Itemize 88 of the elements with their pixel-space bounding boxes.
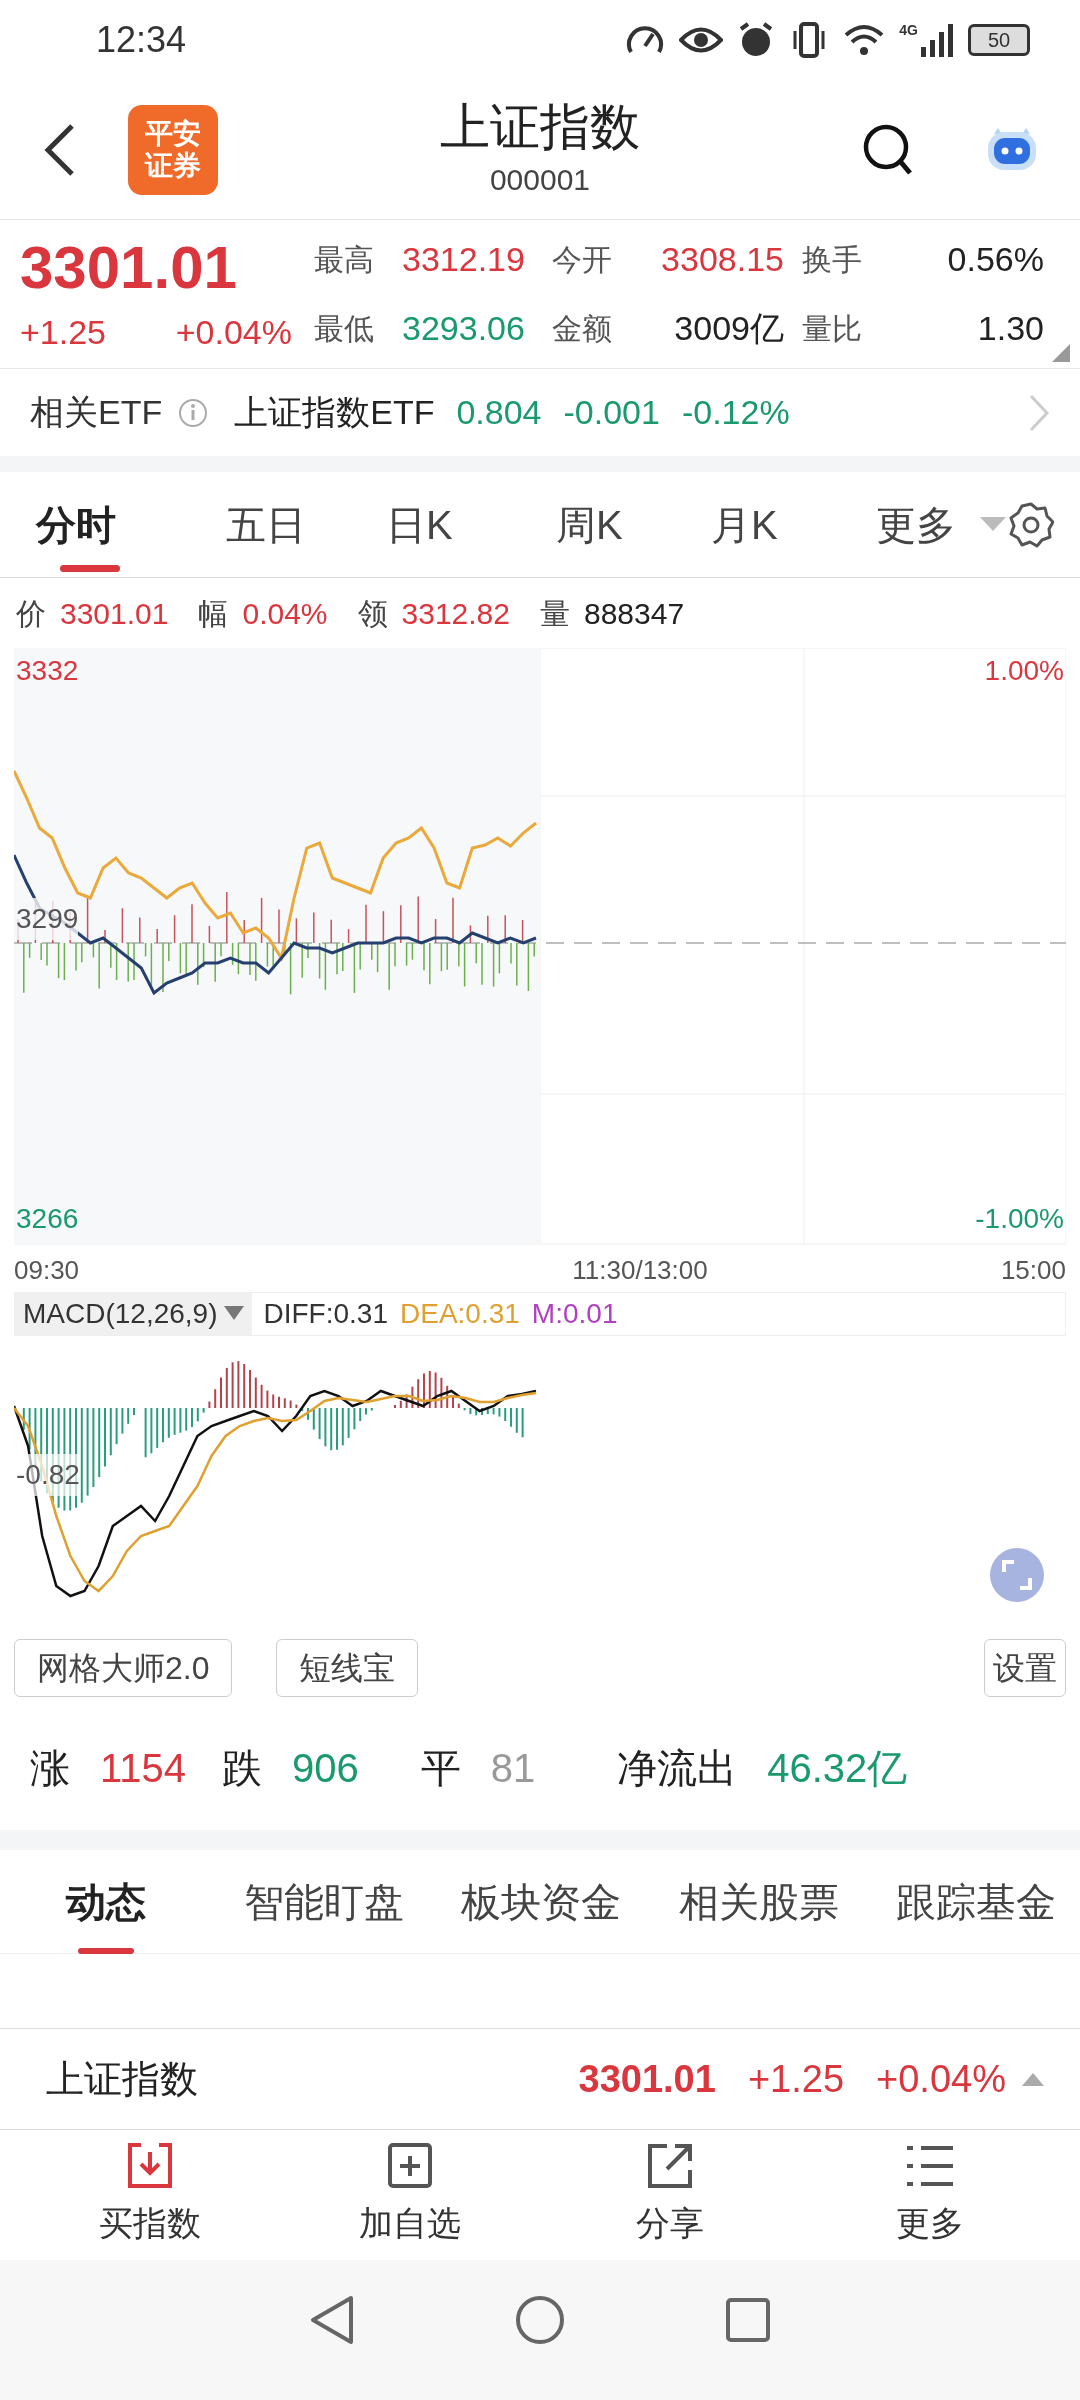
etf-percent: -0.12% (681, 392, 790, 433)
breadth-value: 81 (490, 1745, 536, 1792)
bar-change: +1.25 (747, 2056, 845, 2102)
tool-button[interactable]: 短线宝 (276, 1639, 419, 1697)
etf-name: 上证指数ETF (234, 392, 435, 433)
stat-label: 今开 (552, 242, 613, 278)
bar-price: 3301.01 (578, 2056, 716, 2102)
stat-value: 3009亿 (673, 308, 785, 349)
stat-label: 最高 (314, 242, 375, 278)
axis-label: -1.00% (975, 1202, 1064, 1236)
current-price: 3301.01 (20, 233, 238, 303)
stat-value: 0.56% (946, 239, 1045, 280)
info-label: 领 (357, 595, 388, 632)
stat-value: 3293.06 (402, 308, 526, 349)
eye-icon (679, 25, 724, 55)
stat-value: 3308.15 (660, 239, 785, 280)
time-label: 15:00 (1000, 1253, 1066, 1287)
info-value: 3301.01 (60, 595, 169, 632)
axis-label: 3266 (16, 1202, 79, 1236)
etf-price: 0.804 (456, 392, 542, 433)
network-type: 4G (899, 23, 918, 37)
time-label: 09:30 (14, 1253, 80, 1287)
action-button[interactable]: 加自选 (310, 2135, 510, 2255)
chart-tab[interactable]: 日K (386, 471, 556, 578)
axis-label: 3299 (16, 898, 79, 940)
more-tab[interactable]: 更多 (876, 494, 956, 555)
time-label: 11:30/13:00 (572, 1253, 708, 1287)
chart-tab[interactable]: 周K (556, 471, 711, 578)
info-label: 量 (540, 595, 570, 632)
search-icon[interactable] (862, 122, 914, 177)
content-tab[interactable]: 动态 (66, 1849, 146, 1954)
stat-label: 换手 (802, 242, 863, 278)
selected-indicator (78, 1947, 134, 1954)
percent-change: +0.04% (175, 312, 292, 353)
chart-tab[interactable]: 五日 (226, 471, 386, 578)
breadth-label: 跌 (222, 1745, 262, 1792)
status-time: 12:34 (96, 18, 187, 62)
breadth-value: 906 (292, 1745, 359, 1792)
info-value: 0.04% (242, 595, 328, 632)
etf-label: 相关ETF (30, 392, 163, 433)
page-title: 上证指数 (440, 98, 640, 157)
info-value: 3312.82 (401, 595, 510, 632)
settings-icon[interactable] (1008, 501, 1054, 548)
action-button[interactable]: 买指数 (50, 2135, 250, 2255)
axis-label: 3332 (16, 654, 79, 688)
wifi-icon (843, 23, 886, 57)
bar-percent: +0.04% (876, 2056, 1006, 2102)
info-label: 价 (16, 595, 46, 632)
back-nav-icon[interactable] (309, 2295, 355, 2345)
stock-name: 上证指数 (46, 2056, 198, 2102)
stat-label: 最低 (314, 311, 375, 347)
action-button[interactable]: 更多 (830, 2135, 1030, 2255)
settings-button[interactable]: 设置 (984, 1639, 1066, 1697)
etf-change: -0.001 (563, 392, 660, 433)
content-tab[interactable]: 智能盯盘 (243, 1849, 404, 1954)
axis-label: 1.00% (984, 654, 1064, 688)
breadth-label: 涨 (30, 1745, 70, 1792)
download-icon (125, 2141, 175, 2190)
signal-icon (920, 23, 954, 57)
stat-label: 量比 (802, 311, 863, 347)
expand-icon (1002, 1560, 1032, 1590)
breadth-label: 平 (420, 1745, 461, 1792)
chart-tab[interactable]: 月K (711, 471, 876, 578)
price-change: +1.25 (20, 312, 107, 353)
net-flow-label: 净流出 (617, 1745, 738, 1792)
stock-code: 000001 (489, 162, 591, 198)
plus-box-icon (385, 2141, 435, 2190)
battery-icon: 50 (968, 24, 1030, 56)
content-tab[interactable]: 板块资金 (461, 1849, 621, 1954)
stat-label: 金额 (552, 311, 613, 347)
app-logo: 平安 证券 (128, 104, 218, 195)
content-tab[interactable]: 相关股票 (678, 1849, 839, 1954)
action-button[interactable]: 分享 (570, 2135, 770, 2255)
corner-expand-icon[interactable] (1052, 344, 1070, 362)
info-label: 幅 (198, 595, 229, 632)
home-nav-icon[interactable] (515, 2295, 565, 2345)
axis-label: -0.82 (16, 1454, 80, 1496)
recents-nav-icon[interactable] (725, 2297, 771, 2343)
share-icon (645, 2141, 695, 2190)
selected-indicator (60, 564, 120, 572)
stat-value: 3312.19 (402, 239, 526, 280)
info-value: 888347 (584, 595, 685, 632)
tool-button[interactable]: 网格大师2.0 (14, 1639, 233, 1697)
breadth-value: 1154 (100, 1745, 186, 1792)
content-tab[interactable]: 跟踪基金 (896, 1849, 1056, 1954)
stat-value: 1.30 (976, 308, 1045, 349)
net-flow-value: 46.32亿 (767, 1745, 908, 1792)
chart-tab[interactable]: 分时 (36, 471, 226, 578)
